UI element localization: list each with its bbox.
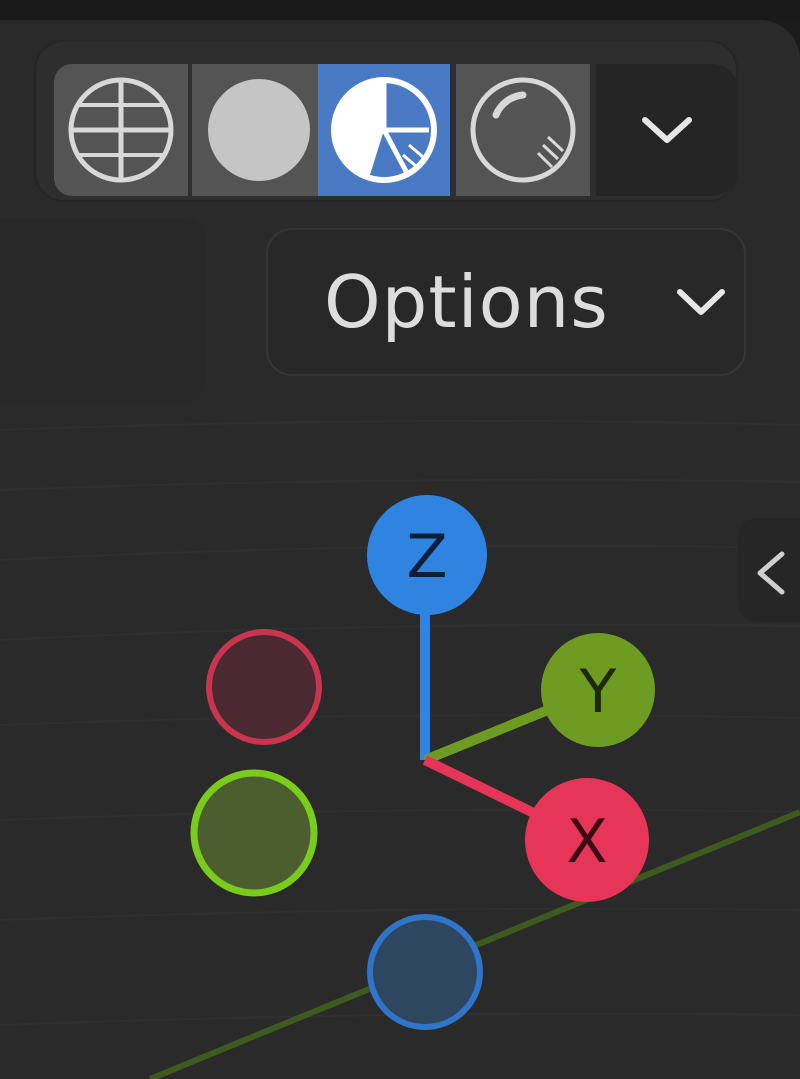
y-axis-label: Y xyxy=(579,657,617,727)
negative-x-handle[interactable] xyxy=(206,629,322,745)
y-axis-line xyxy=(423,705,550,765)
x-axis-label: X xyxy=(566,807,607,877)
navigation-gizmo: Z Y X xyxy=(190,495,655,1030)
x-axis-line xyxy=(422,755,551,825)
negative-y-handle[interactable] xyxy=(190,769,318,897)
z-axis-label: Z xyxy=(406,522,447,592)
negative-z-handle[interactable] xyxy=(367,914,483,1030)
top-edge-bar xyxy=(0,0,800,20)
3d-viewport[interactable]: Options Z Y X xyxy=(0,20,800,1079)
